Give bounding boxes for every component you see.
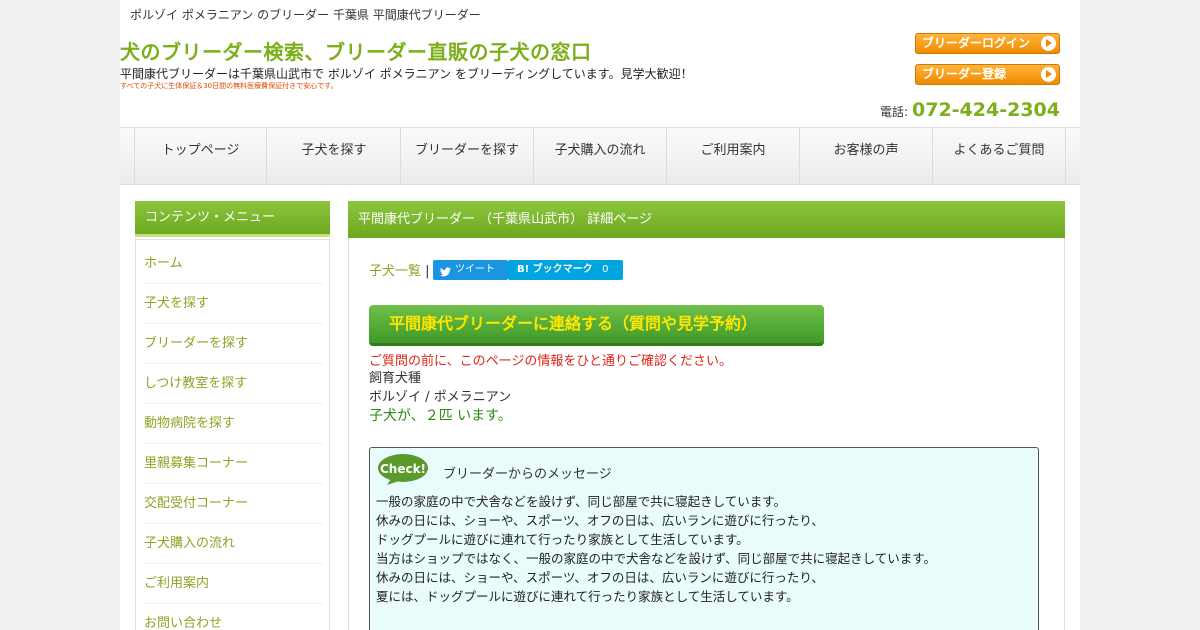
message-title: ブリーダーからのメッセージ	[443, 467, 612, 482]
sidebar: コンテンツ・メニュー ホーム 子犬を探す ブリーダーを探す しつけ教室を探す 動…	[135, 201, 330, 630]
nav-item-top[interactable]: トップページ	[134, 128, 267, 185]
sidebar-item-contact[interactable]: お問い合わせ	[144, 604, 321, 630]
hatena-bookmark-button[interactable]: B! ブックマーク 0	[508, 260, 623, 280]
sidebar-title: コンテンツ・メニュー	[135, 201, 330, 237]
message-line: 一般の家庭の中で犬舎などを設けず、同じ部屋で共に寝起きしています。	[376, 494, 787, 509]
sidebar-item-home[interactable]: ホーム	[144, 244, 321, 284]
message-line: 夏には、ドッグプールに遊びに連れて行ったり家族として生活しています。	[376, 589, 799, 604]
sidebar-item-find-puppy[interactable]: 子犬を探す	[144, 284, 321, 324]
hatena-count: 0	[602, 264, 609, 275]
nav-item-guide[interactable]: ご利用案内	[667, 128, 800, 185]
nav-item-faq[interactable]: よくあるご質問	[933, 128, 1066, 185]
site-subtitle: 平間康代ブリーダーは千葉県山武市で ボルゾイ ポメラニアン をブリーディングして…	[120, 67, 693, 81]
nav-item-purchase-flow[interactable]: 子犬購入の流れ	[534, 128, 667, 185]
check-badge-icon: Check!	[378, 454, 428, 485]
tweet-label: ツイート	[455, 264, 495, 275]
breeder-message-box: Check! ブリーダーからのメッセージ 一般の家庭の中で犬舎などを設けず、同じ…	[369, 447, 1039, 630]
arrow-right-icon	[1041, 36, 1056, 51]
sidebar-item-vet[interactable]: 動物病院を探す	[144, 404, 321, 444]
breeder-register-button[interactable]: ブリーダー登録	[915, 64, 1060, 85]
nav-item-find-puppy[interactable]: 子犬を探す	[268, 128, 401, 185]
twitter-bird-icon	[440, 264, 451, 284]
message-line: 休みの日には、ショーや、スポーツ、オフの日は、広いランに遊びに行ったり、	[376, 570, 824, 585]
link-row: 子犬一覧 |	[369, 260, 430, 279]
sidebar-menu: ホーム 子犬を探す ブリーダーを探す しつけ教室を探す 動物病院を探す 里親募集…	[135, 239, 330, 630]
confirm-warning: ご質問の前に、このページの情報をひと通りご確認ください。	[369, 354, 732, 369]
breed-info: 飼育犬種 ボルゾイ / ポメラニアン 子犬が、２匹 います。	[369, 369, 512, 426]
site-title[interactable]: 犬のブリーダー検索、ブリーダー直販の子犬の窓口	[120, 36, 592, 65]
puppy-count: 子犬が、２匹 います。	[369, 408, 512, 424]
breed-label: 飼育犬種	[369, 371, 422, 386]
global-nav: トップページ 子犬を探す ブリーダーを探す 子犬購入の流れ ご利用案内 お客様の…	[120, 127, 1080, 185]
hatena-label: B! ブックマーク	[517, 264, 593, 275]
nav-item-reviews[interactable]: お客様の声	[800, 128, 933, 185]
arrow-right-icon	[1041, 67, 1056, 82]
sidebar-item-purchase-flow[interactable]: 子犬購入の流れ	[144, 524, 321, 564]
sidebar-item-adoption[interactable]: 里親募集コーナー	[144, 444, 321, 484]
message-line: ドッグプールに遊びに連れて行ったり家族として生活しています。	[376, 532, 749, 547]
contact-breeder-button[interactable]: 平間康代ブリーダーに連絡する（質問や見学予約）	[369, 305, 824, 346]
guarantee-note: すべての子犬に生体保証＆30日間の無料医療費保証付きで安心です。	[120, 82, 338, 90]
phone-label: 電話:	[879, 105, 909, 119]
main-content: 平間康代ブリーダー （千葉県山武市） 詳細ページ 子犬一覧 | ツイート B! …	[348, 201, 1065, 630]
breeder-register-label: ブリーダー登録	[922, 67, 1007, 81]
page: ポルゾイ ポメラニアン のブリーダー 千葉県 平間康代ブリーダー 犬のブリーダー…	[120, 0, 1080, 630]
tweet-button[interactable]: ツイート	[433, 260, 508, 280]
header-tagline: ポルゾイ ポメラニアン のブリーダー 千葉県 平間康代ブリーダー	[130, 8, 481, 22]
sidebar-item-guide[interactable]: ご利用案内	[144, 564, 321, 604]
message-line: 当方はショップではなく、一般の家庭の中で犬舎などを設けず、同じ部屋で共に寝起きし…	[376, 551, 937, 566]
breeder-login-button[interactable]: ブリーダーログイン	[915, 33, 1060, 54]
puppy-list-link[interactable]: 子犬一覧	[369, 264, 421, 279]
phone-contact: 電話: 072-424-2304	[880, 99, 1060, 121]
nav-item-find-breeder[interactable]: ブリーダーを探す	[401, 128, 534, 185]
link-separator: |	[425, 264, 430, 279]
sidebar-item-training[interactable]: しつけ教室を探す	[144, 364, 321, 404]
page-title: 平間康代ブリーダー （千葉県山武市） 詳細ページ	[348, 201, 1065, 238]
sidebar-item-find-breeder[interactable]: ブリーダーを探す	[144, 324, 321, 364]
check-badge-text: Check!	[380, 462, 426, 476]
phone-number[interactable]: 072-424-2304	[912, 99, 1060, 121]
breeder-login-label: ブリーダーログイン	[922, 36, 1031, 50]
breed-list: ボルゾイ / ポメラニアン	[369, 390, 512, 405]
message-body: 一般の家庭の中で犬舎などを設けず、同じ部屋で共に寝起きしています。 休みの日には…	[376, 492, 936, 606]
message-line: 休みの日には、ショーや、スポーツ、オフの日は、広いランに遊びに行ったり、	[376, 513, 824, 528]
sidebar-item-mating[interactable]: 交配受付コーナー	[144, 484, 321, 524]
